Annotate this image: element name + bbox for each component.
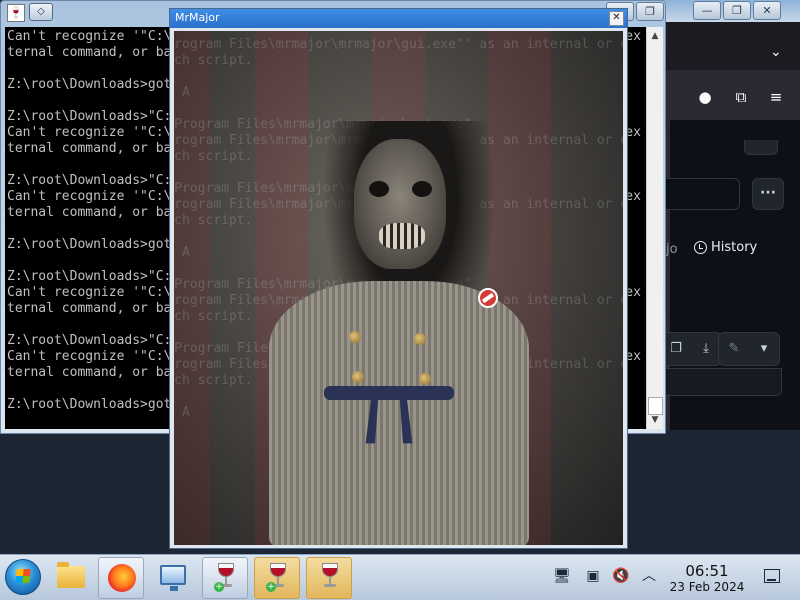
- menu-icon[interactable]: ≡: [765, 86, 787, 108]
- browser-minimize-button[interactable]: —: [693, 1, 721, 20]
- account-icon[interactable]: ●: [694, 86, 716, 108]
- taskbar-explorer[interactable]: [48, 557, 94, 599]
- tab-list-chevron-icon[interactable]: ⌄: [770, 44, 782, 60]
- mrmajor-close-button[interactable]: ✕: [609, 11, 624, 26]
- clock-date[interactable]: 23 Feb 2024: [662, 580, 752, 594]
- wine-glass-icon: [320, 563, 340, 587]
- scroll-down-icon[interactable]: ▼: [648, 413, 662, 427]
- github-content-bar: [660, 368, 782, 396]
- doll-button: [352, 371, 364, 383]
- doll-bow: [365, 395, 413, 444]
- clipboard-icon[interactable]: ▣: [584, 567, 602, 585]
- taskbar-firefox[interactable]: [98, 557, 144, 599]
- show-desktop-icon[interactable]: [764, 569, 780, 583]
- console-menu-button[interactable]: ◇: [29, 3, 53, 21]
- edit-actions-group: ✎ ▾: [718, 332, 780, 366]
- volume-muted-icon[interactable]: 🔇: [612, 567, 630, 585]
- history-label: History: [711, 240, 758, 255]
- file-actions-group: ❐ ⤓: [660, 332, 722, 366]
- history-clock-icon: [694, 241, 707, 254]
- network-icon[interactable]: 🖥: [553, 567, 571, 585]
- firefox-icon: [108, 564, 136, 592]
- extensions-icon[interactable]: ⧉: [730, 86, 752, 108]
- clock-time[interactable]: 06:51: [672, 562, 742, 580]
- mrmajor-titlebar: MrMajor ✕: [170, 9, 627, 28]
- start-button[interactable]: [5, 559, 41, 595]
- doll-eye-left: [369, 181, 389, 197]
- mrmajor-title: MrMajor: [175, 11, 220, 24]
- doll-button: [414, 333, 426, 345]
- history-button[interactable]: History: [694, 240, 757, 255]
- taskbar-wine-app-2[interactable]: +: [254, 557, 300, 599]
- taskbar-wine-app-1[interactable]: +: [202, 557, 248, 599]
- taskbar-wine-app-3[interactable]: [306, 557, 352, 599]
- edit-dropdown-icon[interactable]: ▾: [749, 333, 779, 365]
- scroll-up-icon[interactable]: ▲: [648, 29, 662, 43]
- browser-close-button[interactable]: ✕: [753, 1, 781, 20]
- folder-icon: [57, 562, 85, 588]
- wine-glass-icon: +: [266, 563, 288, 592]
- browser-restore-button[interactable]: ❐: [723, 1, 751, 20]
- edit-pencil-icon[interactable]: ✎: [719, 333, 749, 365]
- wine-glass-icon: +: [214, 563, 236, 592]
- taskbar-remote-desktop[interactable]: [150, 557, 196, 599]
- github-search-field[interactable]: [662, 178, 740, 210]
- doll-button: [419, 373, 431, 385]
- no-entry-cursor-icon: [478, 288, 498, 308]
- taskbar: + + 🖥 ▣ 🔇 ︿ 06:51 23 Feb 2024: [0, 554, 800, 600]
- more-options-button[interactable]: ···: [752, 178, 784, 210]
- doll-eye-right: [412, 181, 432, 197]
- doll-head: [354, 139, 446, 269]
- github-tab-pill: [744, 140, 778, 155]
- mrmajor-window: MrMajor ✕ Can't recognize '"C:\Program F…: [169, 8, 628, 549]
- doll-button: [349, 331, 361, 343]
- doll-mouth: [379, 223, 425, 249]
- tray-expand-icon[interactable]: ︿: [640, 567, 658, 585]
- github-tab-fragment[interactable]: jo: [666, 242, 678, 257]
- console-scrollbar[interactable]: ▲ ▼: [646, 27, 663, 429]
- creepy-doll-image: Can't recognize '"C:\Program Files\mrmaj…: [174, 31, 623, 545]
- remote-desktop-icon: [160, 565, 186, 591]
- console-maximize-button[interactable]: ❐: [636, 2, 664, 21]
- download-icon[interactable]: ⤓: [691, 333, 721, 365]
- wine-console-icon[interactable]: 🍷: [7, 4, 25, 22]
